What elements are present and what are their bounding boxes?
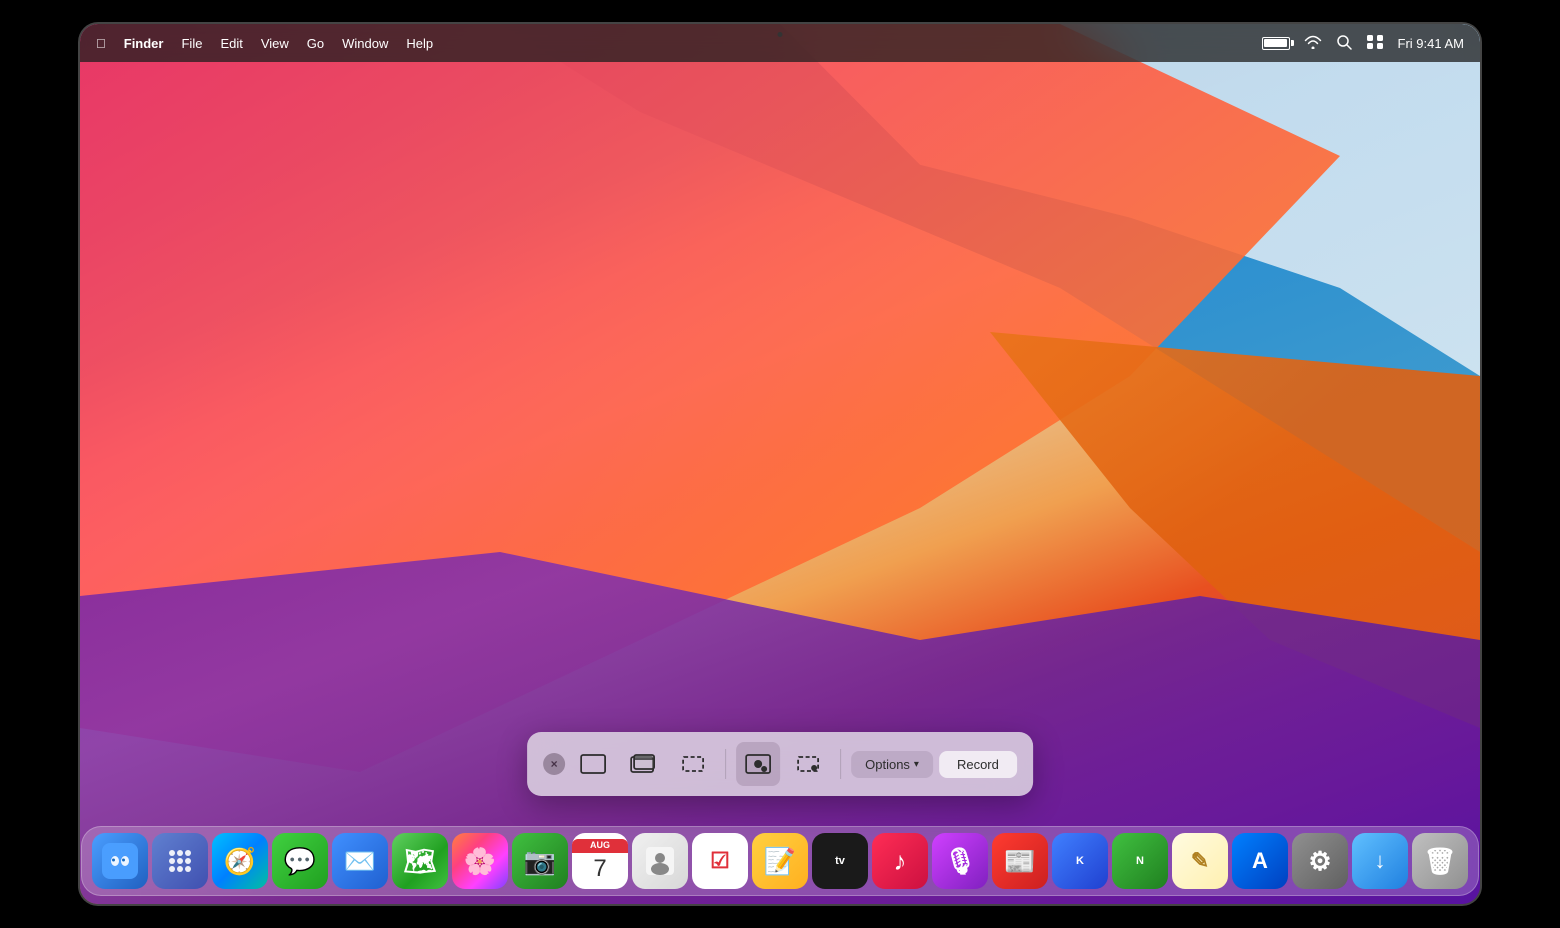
dock-icon-facetime[interactable]: 📷	[512, 833, 568, 889]
battery-icon	[1262, 37, 1290, 50]
menubar-file[interactable]: File	[181, 36, 202, 51]
toolbar-divider-2	[840, 749, 841, 779]
dock-icon-freeform[interactable]: ✎	[1172, 833, 1228, 889]
capture-selection-button[interactable]	[671, 742, 715, 786]
menubar:  Finder File Edit View Go Window Help	[80, 24, 1480, 62]
dock-icon-photos[interactable]: 🌸	[452, 833, 508, 889]
wifi-icon[interactable]	[1304, 35, 1322, 52]
battery-body	[1262, 37, 1290, 50]
dock-icon-settings[interactable]: ⚙	[1292, 833, 1348, 889]
menubar-finder[interactable]: Finder	[124, 36, 164, 51]
dock-icon-appletv[interactable]: tv	[812, 833, 868, 889]
dock-icon-music[interactable]: ♪	[872, 833, 928, 889]
record-button[interactable]: Record	[939, 751, 1017, 778]
options-button[interactable]: Options ▾	[851, 751, 933, 778]
dock-icon-finder[interactable]	[92, 833, 148, 889]
desktop:  Finder File Edit View Go Window Help	[80, 24, 1480, 904]
apple-menu[interactable]: 	[96, 36, 106, 51]
menubar-edit[interactable]: Edit	[220, 36, 242, 51]
battery-fill	[1264, 39, 1287, 47]
capture-screen-button[interactable]	[571, 742, 615, 786]
mac-frame:  Finder File Edit View Go Window Help	[80, 24, 1480, 904]
dock-icon-maps[interactable]: 🗺	[392, 833, 448, 889]
dock: 🧭💬✉️🗺🌸📷AUG7 ☑📝tv♪🎙📰KN✎A⚙↓🗑	[81, 826, 1479, 896]
screenshot-toolbar: ×	[527, 732, 1033, 796]
dock-icon-messages[interactable]: 💬	[272, 833, 328, 889]
options-label: Options	[865, 757, 910, 772]
dock-icon-appstore[interactable]: A	[1232, 833, 1288, 889]
dock-icon-safari[interactable]: 🧭	[212, 833, 268, 889]
dock-icon-notes[interactable]: 📝	[752, 833, 808, 889]
menubar-help[interactable]: Help	[406, 36, 433, 51]
toolbar-divider-1	[725, 749, 726, 779]
menubar-left:  Finder File Edit View Go Window Help	[96, 36, 433, 51]
menubar-right: Fri 9:41 AM	[1262, 34, 1464, 53]
dock-icon-contacts[interactable]	[632, 833, 688, 889]
search-icon[interactable]	[1336, 34, 1352, 53]
options-chevron-icon: ▾	[914, 759, 919, 770]
close-toolbar-button[interactable]: ×	[543, 753, 565, 775]
dock-icon-calendar[interactable]: AUG7	[572, 833, 628, 889]
record-selection-button[interactable]	[786, 742, 830, 786]
dock-icon-launchpad[interactable]	[152, 833, 208, 889]
menubar-go[interactable]: Go	[307, 36, 324, 51]
menubar-clock: Fri 9:41 AM	[1398, 36, 1464, 51]
capture-window-button[interactable]	[621, 742, 665, 786]
menubar-window[interactable]: Window	[342, 36, 388, 51]
dock-icon-mail[interactable]: ✉️	[332, 833, 388, 889]
dock-icon-reminders[interactable]: ☑	[692, 833, 748, 889]
control-center-icon[interactable]	[1366, 34, 1384, 53]
dock-icon-numbers[interactable]: N	[1112, 833, 1168, 889]
camera-dot	[778, 32, 783, 37]
record-screen-button[interactable]	[736, 742, 780, 786]
dock-icon-podcasts[interactable]: 🎙	[932, 833, 988, 889]
dock-icon-trash[interactable]: 🗑	[1412, 833, 1468, 889]
dock-icon-news[interactable]: 📰	[992, 833, 1048, 889]
dock-icon-downloads[interactable]: ↓	[1352, 833, 1408, 889]
record-label: Record	[957, 757, 999, 772]
menubar-view[interactable]: View	[261, 36, 289, 51]
dock-icon-keynote[interactable]: K	[1052, 833, 1108, 889]
